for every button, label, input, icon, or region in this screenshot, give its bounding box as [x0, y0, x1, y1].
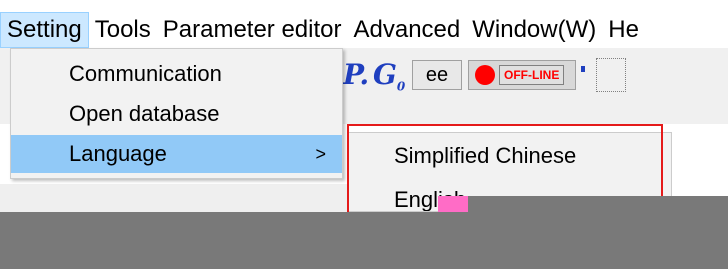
menu-item-language[interactable]: Language >	[11, 135, 342, 173]
ee-button[interactable]: ee	[412, 60, 462, 90]
background-band	[0, 182, 347, 212]
g-subscript: 0	[396, 79, 406, 94]
selection-tool-icon[interactable]	[596, 58, 626, 92]
setting-dropdown-menu: Communication Open database Language >	[10, 48, 343, 179]
toolbar-marker-icon	[581, 66, 585, 72]
status-label: OFF-LINE	[499, 65, 565, 85]
menu-advanced[interactable]: Advanced	[348, 12, 467, 48]
menu-item-open-database[interactable]: Open database	[11, 95, 342, 133]
g-glyph: G	[373, 58, 397, 91]
menu-help[interactable]: He	[602, 12, 645, 48]
status-dot-icon	[475, 65, 495, 85]
menu-setting[interactable]: Setting	[0, 12, 89, 48]
chevron-right-icon: >	[315, 143, 326, 164]
gray-overlay-band	[0, 212, 728, 269]
menu-bar: Setting Tools Parameter editor Advanced …	[0, 0, 728, 48]
menu-item-communication[interactable]: Communication	[11, 55, 342, 93]
menu-tools[interactable]: Tools	[89, 12, 157, 48]
connection-status-button[interactable]: OFF-LINE	[468, 60, 576, 90]
menu-item-language-label: Language	[69, 141, 167, 166]
p-tool-button[interactable]: P.	[343, 58, 369, 91]
g-tool-button[interactable]: G0	[373, 58, 405, 94]
menu-window[interactable]: Window(W)	[466, 12, 602, 48]
menu-parameter-editor[interactable]: Parameter editor	[157, 12, 348, 48]
